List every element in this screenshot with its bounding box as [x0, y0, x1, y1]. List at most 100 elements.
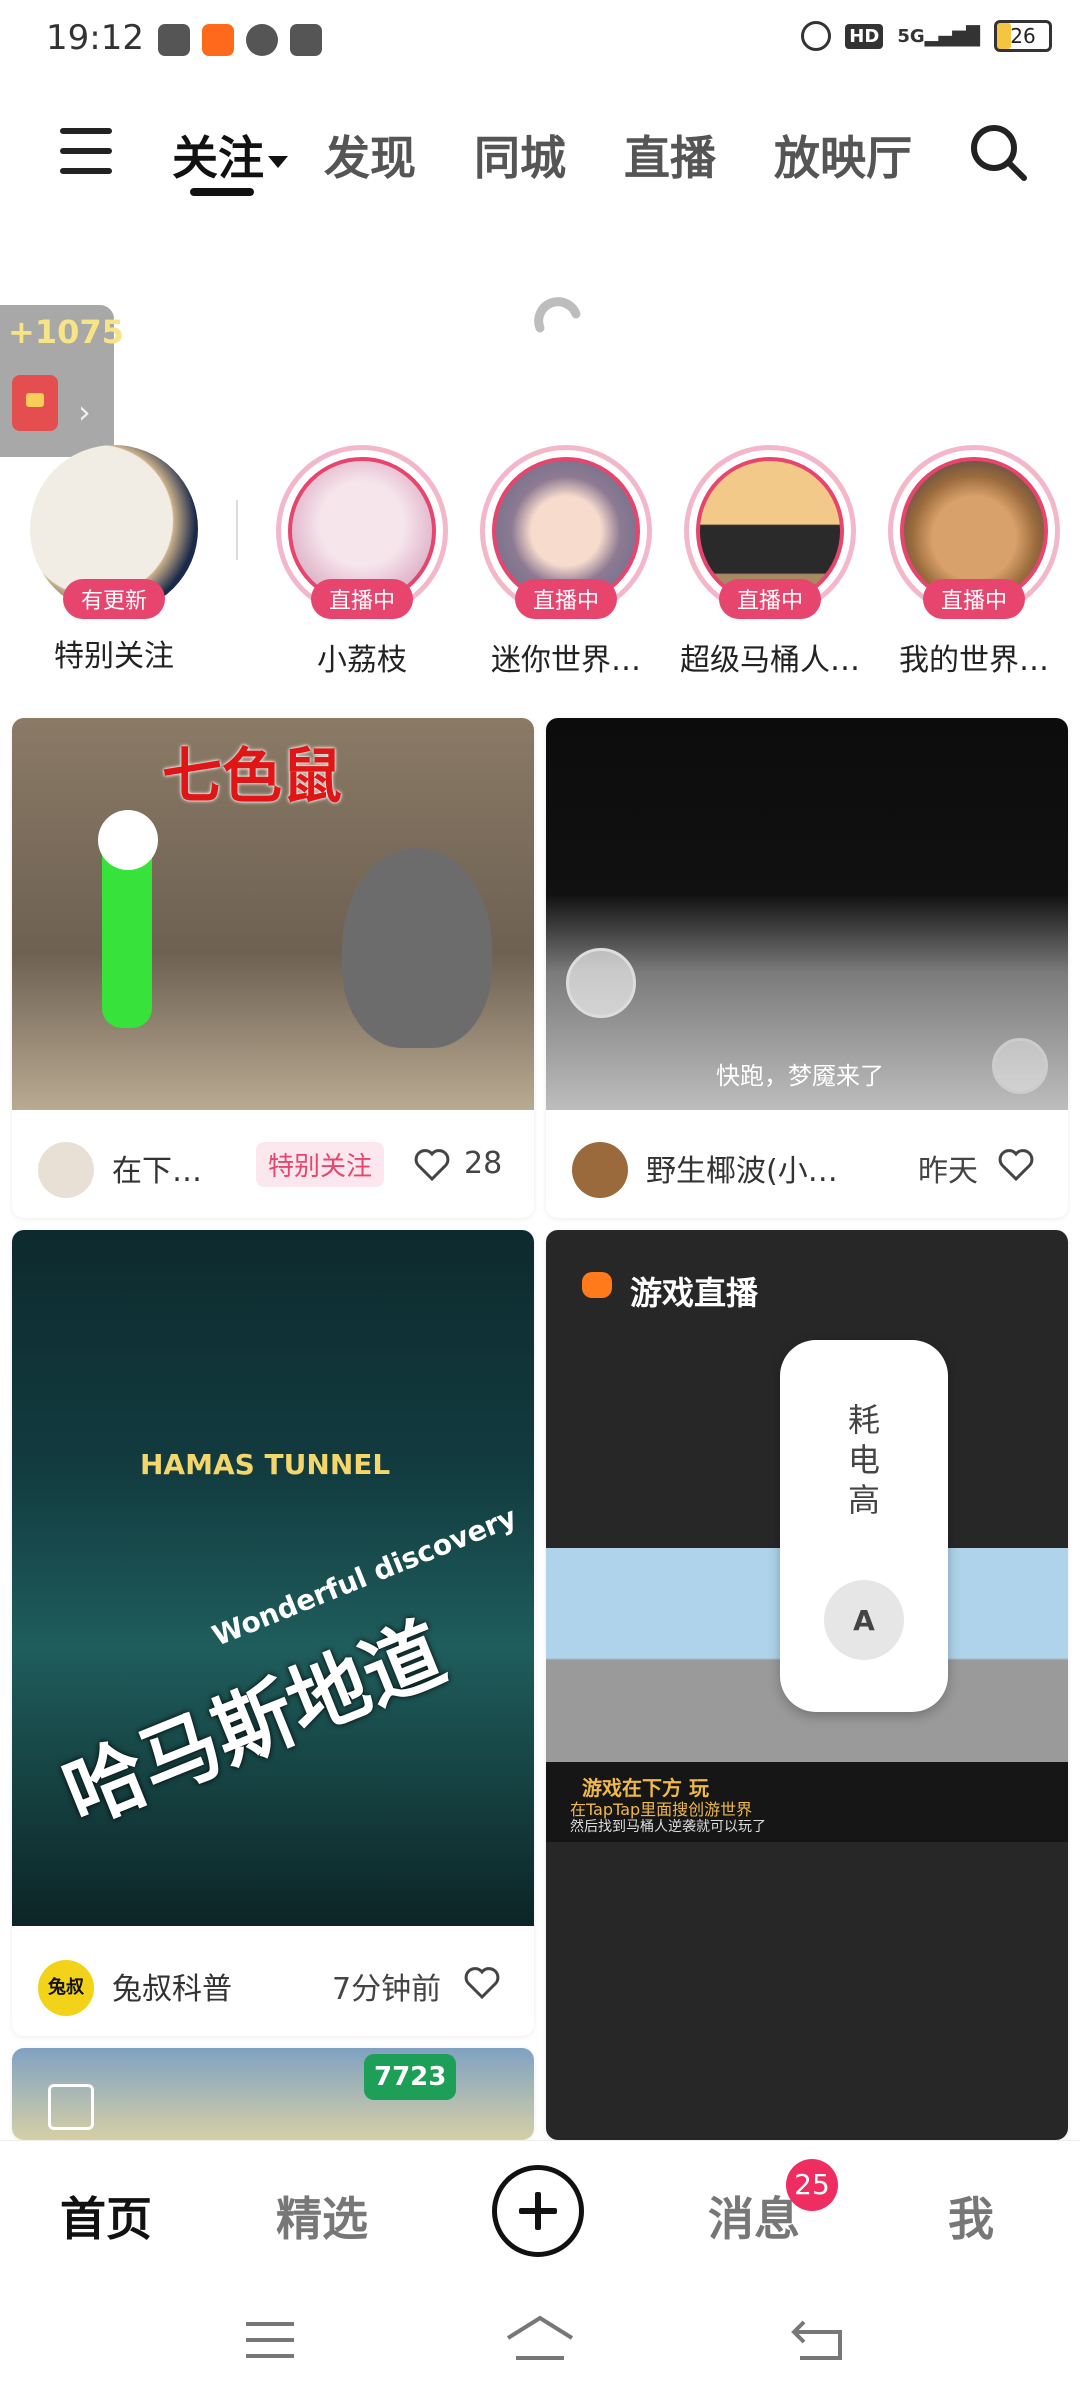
tunnel-sign: HAMAS TUNNEL: [140, 1448, 391, 1481]
story-name: 我的世界…: [899, 643, 1049, 678]
auto-brightness-icon[interactable]: A: [824, 1580, 904, 1660]
story-name: 超级马桶人…: [680, 643, 860, 678]
author-name[interactable]: 野生椰波(小…: [646, 1146, 838, 1190]
heart-icon[interactable]: [996, 1144, 1036, 1184]
special-follow-tag: 特别关注: [256, 1142, 385, 1187]
post-time: 昨天: [918, 1154, 978, 1189]
status-time: 19:12: [46, 18, 144, 58]
nav-home[interactable]: 首页: [60, 2183, 152, 2249]
red-packet-amount: +1075: [8, 313, 124, 351]
battery-icon: 26: [994, 20, 1052, 52]
app-icon: [158, 24, 190, 56]
video-card[interactable]: HAMAS TUNNEL Wonderful discovery 哈马斯地道 兔…: [12, 1230, 534, 2036]
create-button[interactable]: [492, 2165, 584, 2257]
bottom-navigation: 首页 精选 消息 25 我: [0, 2140, 1080, 2281]
video-caption: 快跑，梦魇来了: [716, 1062, 884, 1090]
status-right: HD 5G▂▄▆█ 26: [801, 20, 1052, 52]
live-caption-line3: 然后找到马桶人逆袭就可以玩了: [570, 1819, 766, 1835]
like-count: 28: [464, 1146, 503, 1181]
back-icon[interactable]: [790, 2316, 848, 2364]
nav-featured[interactable]: 精选: [276, 2183, 368, 2249]
signal-icon: 5G▂▄▆█: [897, 25, 980, 47]
cartoon-head: [98, 810, 158, 870]
notification-icons: [158, 24, 322, 56]
author-avatar[interactable]: [38, 1142, 94, 1198]
divider: [236, 500, 238, 560]
story-name: 特别关注: [54, 639, 174, 674]
message-count-badge: 25: [786, 2159, 838, 2211]
video-card[interactable]: 七色鼠 在下… 特别关注 28: [12, 718, 534, 1218]
chevron-right-icon: ›: [78, 393, 91, 431]
card-meta: 野生椰波(小… 昨天: [546, 1118, 1068, 1218]
video-card[interactable]: 快跑，梦魇来了 野生椰波(小… 昨天: [546, 718, 1068, 1218]
video-thumbnail: 快跑，梦魇来了: [546, 718, 1068, 1110]
thumbnail-number: 7723: [364, 2054, 457, 2100]
heart-icon[interactable]: [412, 1144, 452, 1184]
battery-fill: [997, 23, 1011, 49]
live-badge: 直播中: [718, 579, 822, 619]
joystick-icon: [566, 948, 636, 1018]
auto-brightness-label: A: [853, 1603, 875, 1637]
cartoon-mouse: [342, 848, 492, 1048]
menu-icon[interactable]: [60, 128, 112, 174]
tab-theater[interactable]: 放映厅: [774, 122, 912, 188]
story-special-follow[interactable]: 有更新 特别关注: [24, 445, 204, 675]
live-label: 游戏直播: [630, 1274, 759, 1312]
video-thumbnail: HAMAS TUNNEL Wonderful discovery 哈马斯地道: [12, 1230, 534, 1926]
story-item[interactable]: 直播中 迷你世界…: [476, 445, 656, 679]
power-warning-text: 耗电高: [847, 1401, 880, 1519]
card-meta: 兔叔 兔叔科普 7分钟前: [12, 1936, 534, 2036]
power-popup[interactable]: 耗电高 A: [780, 1340, 948, 1712]
live-caption-box: 游戏在下方 玩 在TapTap里面搜创游世界 然后找到马桶人逆袭就可以玩了: [546, 1762, 1068, 1842]
card-meta: 在下… 特别关注 28: [12, 1118, 534, 1218]
post-time: 7分钟前: [332, 1972, 442, 2007]
chevron-down-icon: [268, 155, 288, 168]
tab-following[interactable]: 关注: [172, 122, 288, 188]
taobao-icon: [202, 24, 234, 56]
author-avatar-text: 兔叔: [48, 1977, 84, 1998]
video-card[interactable]: 7723: [12, 2048, 534, 2140]
story-item[interactable]: 直播中 小荔枝: [272, 445, 452, 679]
home-icon[interactable]: [504, 2314, 576, 2364]
tab-discover[interactable]: 发现: [324, 122, 416, 188]
hd-icon: HD: [845, 23, 884, 49]
top-navigation: 关注 发现 同城 直播 放映厅: [0, 110, 1080, 210]
red-envelope-icon: [12, 375, 58, 431]
video-thumbnail: 7723: [12, 2048, 534, 2140]
network-label: 5G: [897, 25, 925, 47]
status-bar: 19:12 HD 5G▂▄▆█ 26: [0, 0, 1080, 80]
live-badge: 直播中: [514, 579, 618, 619]
author-name[interactable]: 在下…: [112, 1146, 202, 1190]
heart-icon[interactable]: [462, 1962, 502, 2002]
story-item[interactable]: 直播中 超级马桶人…: [680, 445, 860, 679]
tab-following-label: 关注: [172, 131, 264, 185]
active-tab-indicator: [190, 188, 254, 196]
tab-live[interactable]: 直播: [624, 122, 716, 188]
story-name: 迷你世界…: [491, 643, 641, 678]
story-name: 小荔枝: [317, 643, 407, 678]
nav-me[interactable]: 我: [948, 2183, 994, 2249]
chat-icon: [246, 24, 278, 56]
author-avatar[interactable]: [572, 1142, 628, 1198]
battery-level: 26: [1010, 24, 1036, 48]
play-icon: [290, 24, 322, 56]
author-avatar[interactable]: 兔叔: [38, 1960, 94, 2016]
video-thumbnail: 七色鼠: [12, 718, 534, 1110]
live-badge: 直播中: [310, 579, 414, 619]
action-button: [992, 1038, 1048, 1094]
refresh-spinner-icon: [534, 297, 581, 333]
red-packet-widget[interactable]: +1075 ›: [0, 305, 124, 457]
author-name[interactable]: 兔叔科普: [112, 1964, 232, 2008]
nav-messages[interactable]: 消息: [708, 2183, 800, 2249]
game-icon: [582, 1272, 612, 1298]
thumbnail-title: 七色鼠: [162, 742, 342, 812]
search-icon[interactable]: [966, 120, 1030, 184]
tab-local[interactable]: 同城: [474, 122, 566, 188]
recent-apps-icon[interactable]: [244, 2320, 296, 2360]
following-stories: 有更新 特别关注 直播中 小荔枝 直播中 迷你世界… 直播中 超级马桶人… 直播…: [0, 445, 1080, 678]
live-badge: 直播中: [922, 579, 1026, 619]
story-item[interactable]: 直播中 我的世界…: [884, 445, 1064, 679]
alarm-icon: [801, 21, 832, 51]
gallery-icon: [48, 2084, 94, 2130]
story-badge: 有更新: [62, 579, 166, 619]
